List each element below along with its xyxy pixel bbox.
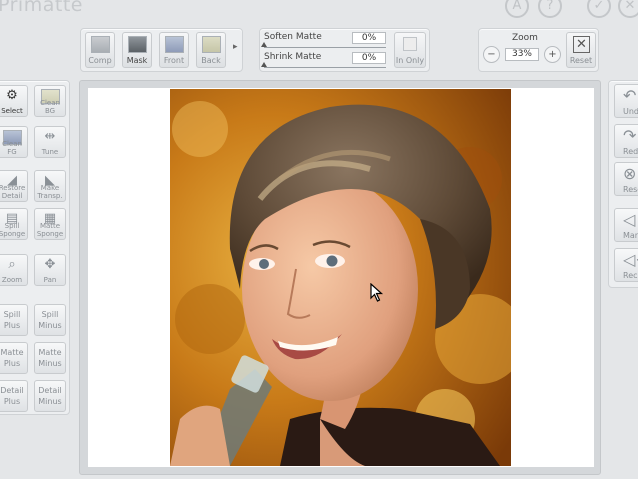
zoom-label: Zoom xyxy=(1,276,23,284)
restore-detail-label: Restore Detail xyxy=(0,184,26,200)
spill-sponge-label: Spill Sponge xyxy=(0,222,26,238)
zoom-button[interactable]: ⌕ Zoom xyxy=(0,254,28,286)
spill-minus-button[interactable]: Spill Minus xyxy=(34,304,66,336)
mask-button[interactable]: Mask xyxy=(122,32,152,68)
shrink-matte-thumb[interactable] xyxy=(261,62,267,67)
redo-button[interactable]: ↷ Redo xyxy=(614,124,638,158)
select-label: Select xyxy=(1,107,23,115)
back-label: Back xyxy=(201,56,221,65)
recall-icon: ◁+ xyxy=(623,250,638,269)
mask-label: Mask xyxy=(126,56,148,65)
comp-person-icon xyxy=(91,36,110,53)
tune-sliders-icon: ⇹ xyxy=(44,129,56,144)
tune-button[interactable]: ⇹ Tune xyxy=(34,126,66,158)
zoom-reset-button[interactable]: ✕ Reset xyxy=(566,32,596,68)
pan-label: Pan xyxy=(43,276,57,284)
zoom-reset-label: Reset xyxy=(569,56,593,65)
detail-plus-button[interactable]: Detail Plus xyxy=(0,380,28,412)
matte-minus-label: Matte Minus xyxy=(38,348,62,368)
pan-arrows-icon: ✥ xyxy=(44,257,56,272)
comp-label: Comp xyxy=(88,56,112,65)
clean-fg-label: Clean FG xyxy=(2,140,22,156)
mouse-cursor-icon xyxy=(370,283,384,302)
comp-button[interactable]: Comp xyxy=(85,32,115,68)
mark-label: Mark xyxy=(623,231,638,240)
spill-plus-label: Spill Plus xyxy=(3,310,21,330)
detail-minus-button[interactable]: Detail Minus xyxy=(34,380,66,412)
spill-sponge-button[interactable]: ▤ Spill Sponge xyxy=(0,208,28,240)
spill-plus-button[interactable]: Spill Plus xyxy=(0,304,28,336)
make-transp-label: Make Transp. xyxy=(37,184,63,200)
matte-plus-label: Matte Plus xyxy=(0,348,24,368)
shrink-matte-value[interactable]: 0% xyxy=(352,52,386,64)
redo-icon: ↷ xyxy=(623,126,637,145)
redo-label: Redo xyxy=(623,147,638,156)
photo-preview[interactable] xyxy=(170,89,511,466)
clean-bg-label: Clean BG xyxy=(40,99,60,115)
mark-button[interactable]: ◁ Mark xyxy=(614,208,638,242)
mark-icon: ◁ xyxy=(623,210,636,229)
make-transp-button[interactable]: ◣ Make Transp. xyxy=(34,170,66,202)
mask-person-icon xyxy=(128,36,147,53)
zoom-in-button[interactable]: + xyxy=(544,46,561,63)
ok-icon[interactable]: ✓ xyxy=(587,0,611,18)
in-only-label: In Only xyxy=(395,56,425,65)
back-swatch-icon xyxy=(202,36,221,53)
matte-controls-panel: Soften Matte 0% Shrink Matte 0% In Only xyxy=(259,28,430,72)
front-button[interactable]: Front xyxy=(159,32,189,68)
pan-button[interactable]: ✥ Pan xyxy=(34,254,66,286)
front-label: Front xyxy=(163,56,185,65)
undo-label: Undo xyxy=(623,107,638,116)
soften-matte-value[interactable]: 0% xyxy=(352,32,386,44)
matte-minus-button[interactable]: Matte Minus xyxy=(34,342,66,374)
recall-button[interactable]: ◁+ Recall xyxy=(614,248,638,282)
shrink-matte-track[interactable] xyxy=(264,67,386,68)
reset-label: Reset xyxy=(623,185,638,194)
reset-icon: ⊗ xyxy=(623,164,637,183)
zoom-value[interactable]: 33% xyxy=(505,48,539,61)
tune-label: Tune xyxy=(41,148,59,156)
gear-icon: ⚙ xyxy=(6,88,18,103)
in-only-button[interactable]: In Only xyxy=(394,32,426,68)
front-person-icon xyxy=(165,36,184,53)
in-only-checkbox-icon xyxy=(403,37,417,51)
undo-button[interactable]: ↶ Undo xyxy=(614,84,638,118)
zoom-label: Zoom xyxy=(512,33,538,43)
matte-sponge-label: Matte Sponge xyxy=(36,222,64,238)
spill-minus-label: Spill Minus xyxy=(38,310,62,330)
portrait-image xyxy=(170,89,511,466)
detail-plus-label: Detail Plus xyxy=(0,386,24,406)
close-icon[interactable]: ✕ xyxy=(618,0,638,18)
select-button[interactable]: ⚙ Select xyxy=(0,85,28,117)
zoom-panel: Zoom − 33% + ✕ Reset xyxy=(478,28,599,72)
app-title: Primatte xyxy=(0,0,83,16)
soften-matte-label: Soften Matte xyxy=(264,32,322,42)
matte-sponge-button[interactable]: ▦ Matte Sponge xyxy=(34,208,66,240)
soften-matte-track[interactable] xyxy=(264,47,386,48)
about-icon[interactable]: A xyxy=(505,0,529,18)
view-toolbar: Comp Mask Front Back ▸ xyxy=(80,28,243,72)
shrink-matte-label: Shrink Matte xyxy=(264,52,322,62)
clean-bg-button[interactable]: Clean BG xyxy=(34,85,66,117)
more-arrow-icon[interactable]: ▸ xyxy=(233,42,238,52)
reset-x-icon: ✕ xyxy=(573,36,590,53)
magnifier-icon: ⌕ xyxy=(8,257,16,272)
back-button[interactable]: Back xyxy=(196,32,226,68)
detail-minus-label: Detail Minus xyxy=(38,386,62,406)
recall-label: Recall xyxy=(623,271,638,280)
help-icon[interactable]: ? xyxy=(538,0,562,18)
zoom-out-button[interactable]: − xyxy=(483,46,500,63)
restore-detail-button[interactable]: ◢ Restore Detail xyxy=(0,170,28,202)
matte-plus-button[interactable]: Matte Plus xyxy=(0,342,28,374)
clean-fg-button[interactable]: Clean FG xyxy=(0,126,28,158)
reset-button[interactable]: ⊗ Reset xyxy=(614,162,638,196)
undo-icon: ↶ xyxy=(623,86,637,105)
soften-matte-thumb[interactable] xyxy=(261,42,267,47)
